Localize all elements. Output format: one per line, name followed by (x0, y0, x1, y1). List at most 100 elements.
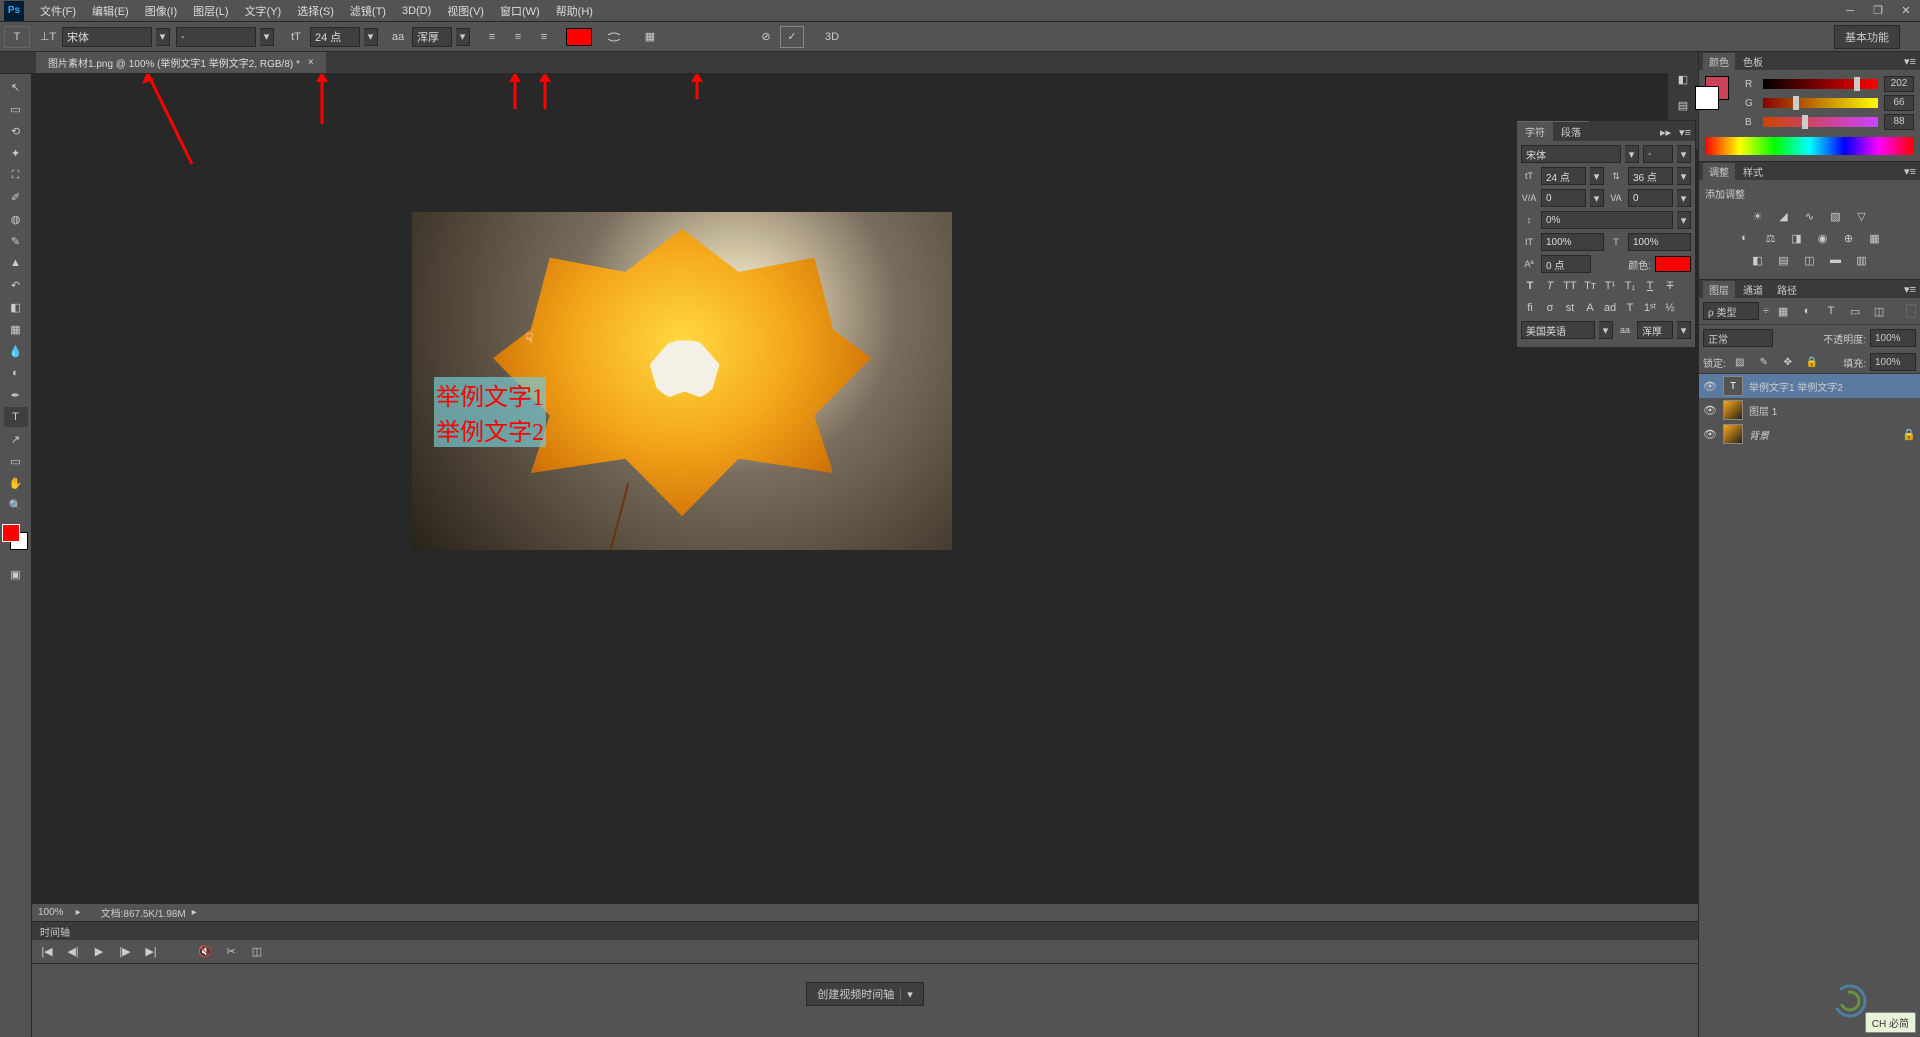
workspace-switcher[interactable]: 基本功能 (1834, 25, 1900, 49)
filter-adjustment-icon[interactable]: ◐ (1797, 302, 1817, 320)
font-family-dropdown[interactable]: 宋体 (62, 27, 152, 47)
layers-menu-icon[interactable]: ▾≡ (1904, 283, 1916, 296)
r-value[interactable]: 202 (1884, 76, 1914, 92)
ot-titling-button[interactable]: T (1621, 299, 1639, 317)
text-orientation-toggle[interactable]: ⊥T (36, 26, 60, 48)
menu-filter[interactable]: 滤镜(T) (342, 0, 394, 22)
b-slider[interactable] (1763, 117, 1878, 127)
char-scale-v[interactable]: 100% (1541, 233, 1604, 251)
wand-tool[interactable]: ✦ (4, 143, 28, 163)
align-left-button[interactable]: ≡ (480, 26, 504, 48)
layer-visibility-icon[interactable]: 👁 (1703, 379, 1717, 393)
panel-collapse-icon[interactable]: ▸▸ (1656, 124, 1675, 141)
panel-menu-icon[interactable]: ▾≡ (1675, 124, 1695, 141)
antialias-dropdown[interactable]: 浑厚 (412, 27, 452, 47)
bold-button[interactable]: T (1521, 277, 1539, 295)
layer-row-image[interactable]: 👁 图层 1 (1699, 398, 1920, 422)
blur-tool[interactable]: 💧 (4, 341, 28, 361)
bw-adjustment-icon[interactable]: ◨ (1787, 229, 1807, 247)
pen-tool[interactable]: ✒ (4, 385, 28, 405)
hand-tool[interactable]: ✋ (4, 473, 28, 493)
brush-tool[interactable]: ✎ (4, 231, 28, 251)
character-tab[interactable]: 字符 (1517, 121, 1553, 141)
lock-position-icon[interactable]: ✥ (1778, 353, 1798, 371)
superscript-button[interactable]: T¹ (1601, 277, 1619, 295)
font-family-arrow[interactable]: ▾ (156, 28, 170, 46)
eyedropper-tool[interactable]: ✐ (4, 187, 28, 207)
adjustments-menu-icon[interactable]: ▾≡ (1904, 165, 1916, 178)
stamp-tool[interactable]: ▲ (4, 253, 28, 273)
color-tab[interactable]: 颜色 (1703, 53, 1735, 70)
play-button[interactable]: ▶ (90, 943, 108, 961)
bg-color-preview[interactable] (1695, 86, 1719, 110)
opacity-input[interactable]: 100% (1870, 329, 1916, 347)
eraser-tool[interactable]: ◧ (4, 297, 28, 317)
colorbalance-adjustment-icon[interactable]: ⚖ (1761, 229, 1781, 247)
antialias-arrow[interactable]: ▾ (456, 28, 470, 46)
channelmixer-adjustment-icon[interactable]: ⊕ (1839, 229, 1859, 247)
menu-select[interactable]: 选择(S) (289, 0, 342, 22)
color-spectrum[interactable] (1705, 137, 1914, 155)
timeline-tab[interactable]: 时间轴 (32, 922, 1698, 940)
filter-smart-icon[interactable]: ◫ (1869, 302, 1889, 320)
split-clip-button[interactable]: ✂ (222, 943, 240, 961)
gradientmap-adjustment-icon[interactable]: ▬ (1826, 251, 1846, 269)
marquee-tool[interactable]: ▭ (4, 99, 28, 119)
colorlookup-adjustment-icon[interactable]: ▦ (1865, 229, 1885, 247)
curves-adjustment-icon[interactable]: ∿ (1800, 207, 1820, 225)
paths-tab[interactable]: 路径 (1771, 281, 1803, 298)
menu-view[interactable]: 视图(V) (439, 0, 492, 22)
lock-pixels-icon[interactable]: ✎ (1754, 353, 1774, 371)
char-kerning-arrow[interactable]: ▾ (1590, 189, 1604, 207)
prev-frame-button[interactable]: ◀| (64, 943, 82, 961)
char-baseline[interactable]: 0 点 (1541, 255, 1591, 273)
foreground-color[interactable] (2, 524, 20, 542)
allcaps-button[interactable]: TT (1561, 277, 1579, 295)
layer-name[interactable]: 背景 (1749, 427, 1769, 442)
menu-window[interactable]: 窗口(W) (492, 0, 548, 22)
zoom-tool[interactable]: 🔍 (4, 495, 28, 515)
commit-edit-button[interactable]: ✓ (780, 26, 804, 48)
brightness-adjustment-icon[interactable]: ☀ (1748, 207, 1768, 225)
menu-image[interactable]: 图像(I) (137, 0, 185, 22)
ime-indicator[interactable]: CH 必简 (1865, 1012, 1916, 1033)
create-video-timeline-button[interactable]: 创建视频时间轴 ▾ (806, 982, 924, 1006)
warp-text-button[interactable] (602, 26, 626, 48)
text-layer-2[interactable]: 举例文字2 (434, 412, 546, 447)
text-color-swatch[interactable] (566, 28, 592, 46)
color-picker[interactable] (2, 524, 30, 552)
lock-all-icon[interactable]: 🔒 (1802, 353, 1822, 371)
next-frame-button[interactable]: |▶ (116, 943, 134, 961)
char-size-arrow[interactable]: ▾ (1590, 167, 1604, 185)
maximize-button[interactable]: ❐ (1864, 1, 1892, 21)
move-tool[interactable]: ↖ (4, 77, 28, 97)
healing-tool[interactable]: ◍ (4, 209, 28, 229)
cancel-edit-button[interactable]: ⊘ (754, 26, 778, 48)
char-font-style[interactable]: - (1643, 145, 1673, 163)
audio-mute-button[interactable]: 🔇 (196, 943, 214, 961)
goto-first-button[interactable]: |◀ (38, 943, 56, 961)
smallcaps-button[interactable]: Tᴛ (1581, 277, 1599, 295)
close-button[interactable]: ✕ (1892, 1, 1920, 21)
font-size-arrow[interactable]: ▾ (364, 28, 378, 46)
align-center-button[interactable]: ≡ (506, 26, 530, 48)
history-panel-icon[interactable]: ◧ (1672, 68, 1694, 90)
layer-filter-dropdown[interactable]: ρ 类型 (1703, 302, 1759, 320)
layers-tab[interactable]: 图层 (1703, 281, 1735, 298)
menu-edit[interactable]: 编辑(E) (84, 0, 137, 22)
swatches-tab[interactable]: 色板 (1737, 53, 1769, 70)
font-style-arrow[interactable]: ▾ (260, 28, 274, 46)
properties-panel-icon[interactable]: ▤ (1672, 94, 1694, 116)
history-brush-tool[interactable]: ↶ (4, 275, 28, 295)
g-value[interactable]: 66 (1884, 95, 1914, 111)
ot-ligatures-button[interactable]: fi (1521, 299, 1539, 317)
layer-name[interactable]: 举例文字1 举例文字2 (1749, 379, 1843, 394)
menu-help[interactable]: 帮助(H) (548, 0, 601, 22)
char-scale-arrow[interactable]: ▾ (1677, 211, 1691, 229)
ot-discretionary-button[interactable]: st (1561, 299, 1579, 317)
menu-3d[interactable]: 3D(D) (394, 2, 439, 20)
invert-adjustment-icon[interactable]: ◧ (1748, 251, 1768, 269)
strikethrough-button[interactable]: T (1661, 277, 1679, 295)
char-aa-arrow[interactable]: ▾ (1677, 321, 1691, 339)
char-tracking[interactable]: 0 (1628, 189, 1673, 207)
